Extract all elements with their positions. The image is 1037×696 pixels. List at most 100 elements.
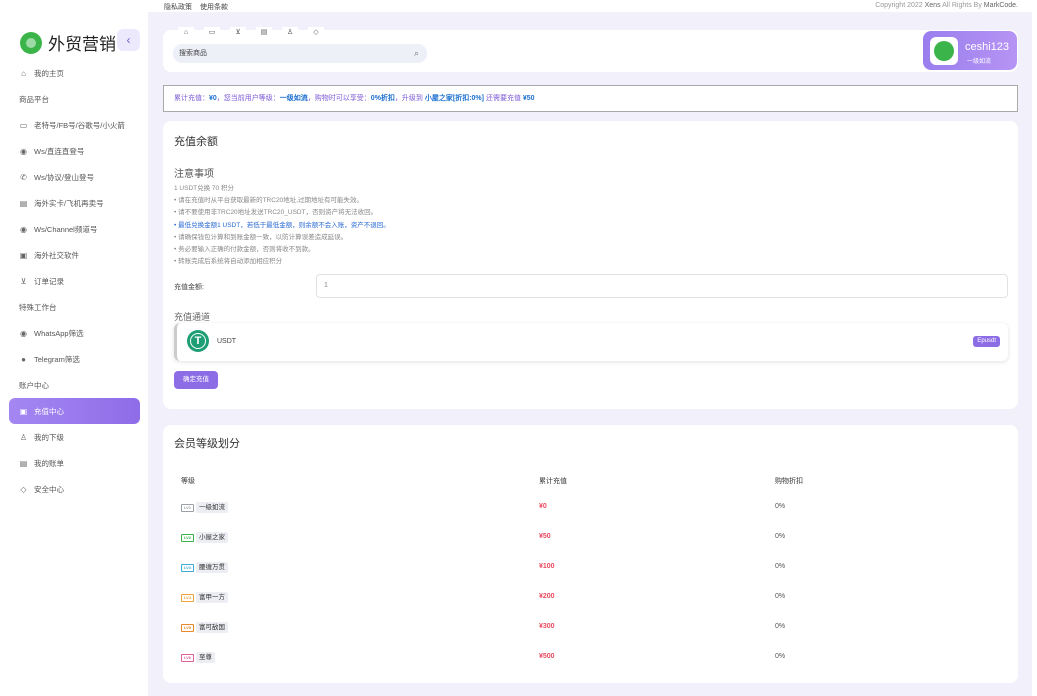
sidebar-item[interactable]: ▤ 海外实卡/飞机再卖号 xyxy=(9,190,140,216)
level-discount: 0% xyxy=(775,593,786,600)
confirm-recharge-button[interactable]: 确定充值 xyxy=(174,371,218,389)
cart-icon[interactable]: ⊻ xyxy=(230,27,246,39)
level-amount: ¥500 xyxy=(539,653,555,660)
sidebar-item[interactable]: ◇ 安全中心 xyxy=(9,476,140,502)
sidebar-item[interactable]: ♙ 我的下级 xyxy=(9,424,140,450)
search-input[interactable]: 搜索商品 ⌕ xyxy=(173,44,427,63)
sidebar-item-label: 老特号/FB号/谷歌号/小火箭 xyxy=(34,120,125,130)
sidebar-item-label: 安全中心 xyxy=(34,484,64,494)
amount-label: 充值金额: xyxy=(174,284,204,291)
table-header: 等级 累计充值 购物折扣 xyxy=(163,476,1018,488)
table-row: LV1 一级如流 ¥0 0% xyxy=(163,501,1018,517)
copyright-brand: Xens xyxy=(924,2,941,9)
level-amount: ¥0 xyxy=(539,503,547,510)
footer-links: 隐私政策 使用条款 xyxy=(164,2,234,12)
search-placeholder: 搜索商品 xyxy=(179,50,207,57)
level-amount: ¥200 xyxy=(539,593,555,600)
sidebar-item-label: 海外实卡/飞机再卖号 xyxy=(34,198,104,208)
level-amount: ¥50 xyxy=(539,533,551,540)
note-line: • 请在充值时从平台获取最新的TRC20地址,过期地址有可能失效。 xyxy=(174,197,363,205)
doc-icon[interactable]: ▤ xyxy=(256,27,272,39)
sidebar-item[interactable]: ⌂ 我的主页 xyxy=(9,60,140,86)
avatar xyxy=(930,37,958,65)
sidebar-item[interactable]: ▣ 海外社交软件 xyxy=(9,242,140,268)
copyright: Copyright 2022 Xens All Rights By MarkCo… xyxy=(875,2,1018,9)
sidebar-item-label: 订单记录 xyxy=(34,276,64,286)
user-level: 一级如流 xyxy=(967,59,992,65)
image-icon[interactable]: ▭ xyxy=(204,27,220,39)
sidebar-item[interactable]: ● Telegram筛选 xyxy=(9,346,140,372)
card-title: 会员等级划分 xyxy=(174,438,240,450)
sidebar-item[interactable]: ◉ Ws/直连直登号 xyxy=(9,138,140,164)
user-icon: ♙ xyxy=(19,432,28,442)
terms-link[interactable]: 使用条款 xyxy=(200,4,228,11)
level-discount: 0% xyxy=(775,623,786,630)
sidebar-item[interactable]: ◉ Ws/Channel频道号 xyxy=(9,216,140,242)
copyright-author[interactable]: MarkCode. xyxy=(984,2,1018,9)
notice-value: 一级如流 xyxy=(279,95,308,102)
header-level: 等级 xyxy=(181,478,195,485)
level-badge-icon: LV2 xyxy=(181,534,194,542)
nav-section-label: 特殊工作台 xyxy=(19,302,57,312)
table-row: LV4 富甲一方 ¥200 0% xyxy=(163,591,1018,607)
doc-icon: ▤ xyxy=(19,198,28,208)
card-title: 充值余额 xyxy=(174,136,218,148)
main-area: 隐私政策 使用条款 Copyright 2022 Xens All Rights… xyxy=(148,0,1032,696)
user-icon[interactable]: ♙ xyxy=(282,27,298,39)
shield-icon[interactable]: ◇ xyxy=(308,27,324,39)
home-icon[interactable]: ⌂ xyxy=(178,27,194,39)
header-discount: 购物折扣 xyxy=(775,478,803,485)
copyright-suffix: All Rights By xyxy=(940,2,984,9)
level-discount: 0% xyxy=(775,503,786,510)
channel-option-usdt[interactable]: T USDT Epusdt xyxy=(174,323,1008,361)
table-row: LV6 至尊 ¥500 0% xyxy=(163,651,1018,667)
note-line: • 最低兑换金额1 USDT，若低于最低金额，则余额不会入账，资产不退回。 xyxy=(174,221,390,229)
amount-input[interactable]: 1 xyxy=(316,274,1008,298)
note-line: 1 USDT兑换 70 积分 xyxy=(174,185,234,192)
level-discount: 0% xyxy=(775,563,786,570)
sidebar-item[interactable]: ▤ 我的账单 xyxy=(9,450,140,476)
wallet-icon: ▣ xyxy=(19,406,28,416)
recharge-card: 充值余额 注意事项 1 USDT兑换 70 积分 • 请在充值时从平台获取最新的T… xyxy=(163,121,1018,409)
sidebar-item-label: 我的主页 xyxy=(34,68,64,78)
sidebar-item[interactable]: ✆ Ws/协议/登山登号 xyxy=(9,164,140,190)
sidebar-nav: ⌂ 我的主页 商品平台 ▭ 老特号/FB号/谷歌号/小火箭 ◉ Ws/直连直登号 ✆ Ws/协议… xyxy=(9,60,140,502)
header-bar: ⌂ ▭ ⊻ ▤ ♙ ◇ 搜索商品 ⌕ ceshi123 一级如流 xyxy=(163,27,1018,72)
user-card[interactable]: ceshi123 一级如流 xyxy=(923,31,1017,70)
notice-text: ，购物时可以享受： xyxy=(307,95,371,102)
table-row: LV5 富可敌国 ¥300 0% xyxy=(163,621,1018,637)
notice-text: 累计充值： xyxy=(174,95,209,102)
sidebar-item-label: Ws/直连直登号 xyxy=(34,146,85,156)
notice-value: ¥50 xyxy=(522,95,535,102)
brand-logo[interactable]: 外贸营销 xyxy=(20,30,116,55)
tether-icon: T xyxy=(187,330,209,352)
level-name: 富可敌国 xyxy=(196,622,228,633)
sidebar-item[interactable]: ⊻ 订单记录 xyxy=(9,268,140,294)
home-icon: ⌂ xyxy=(21,68,26,78)
facebook-icon: ▣ xyxy=(19,250,28,260)
sidebar-item[interactable]: ▣ 充值中心 xyxy=(9,398,140,424)
level-name: 腰缠万贯 xyxy=(196,562,228,573)
whatsapp-icon: ◉ xyxy=(20,328,27,338)
chevron-left-icon[interactable]: ‹ xyxy=(117,29,140,51)
nav-section-label: 账户中心 xyxy=(19,380,49,390)
level-badge-icon: LV5 xyxy=(181,624,194,632)
sidebar-item[interactable]: ◉ WhatsApp筛选 xyxy=(9,320,140,346)
copyright-prefix: Copyright 2022 xyxy=(875,2,925,9)
level-name: 一级如流 xyxy=(196,502,228,513)
level-badge-icon: LV1 xyxy=(181,504,194,512)
recharge-notes: 注意事项 1 USDT兑换 70 积分 • 请在充值时从平台获取最新的TRC20地… xyxy=(174,168,390,268)
recharge-notice: 累计充值：¥0，您当前用户等级：一级如流，购物时可以享受：0%折扣，升级到 小屋… xyxy=(163,85,1018,112)
level-discount: 0% xyxy=(775,533,786,540)
cart-icon: ⊻ xyxy=(20,276,27,286)
level-name: 至尊 xyxy=(196,652,215,663)
header-amount: 累计充值 xyxy=(539,478,567,485)
privacy-link[interactable]: 隐私政策 xyxy=(164,4,192,11)
sidebar: 外贸营销 ‹ ⌂ 我的主页 商品平台 ▭ 老特号/FB号/谷歌号/小火箭 ◉ Ws/直连直登… xyxy=(0,0,148,696)
search-icon[interactable]: ⌕ xyxy=(414,44,419,63)
notice-value: ¥0 xyxy=(209,95,217,102)
logo-icon xyxy=(20,31,42,54)
sidebar-item[interactable]: ▭ 老特号/FB号/谷歌号/小火箭 xyxy=(9,112,140,138)
note-line: • 请不要使用非TRC20地址发送TRC20_USDT，否则资产将无法收回。 xyxy=(174,209,378,217)
shield-icon: ◇ xyxy=(20,484,27,494)
